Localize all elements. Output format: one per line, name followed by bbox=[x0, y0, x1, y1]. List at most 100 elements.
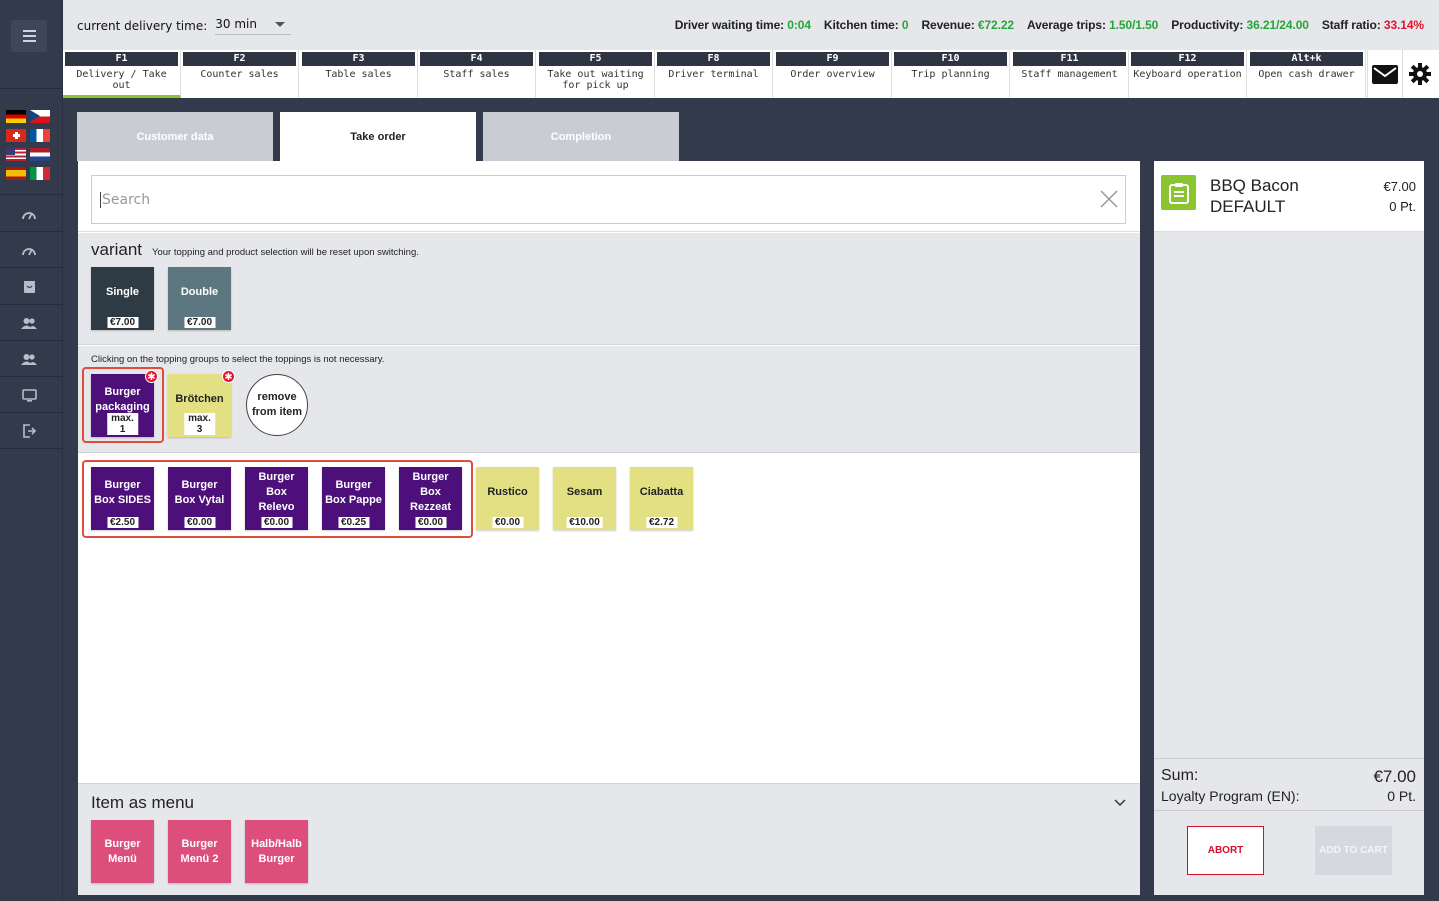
speedometer-icon[interactable] bbox=[20, 242, 38, 260]
abort-button[interactable]: ABORT bbox=[1187, 826, 1264, 875]
shopping-bag-icon[interactable] bbox=[20, 278, 38, 296]
czech-flag-icon[interactable] bbox=[30, 110, 50, 123]
search-area: Search bbox=[78, 161, 1140, 232]
delivery-time-value: 30 min bbox=[215, 17, 257, 31]
product-burger-box-relevo[interactable]: Burger Box Relevo €0.00 bbox=[245, 467, 308, 530]
fkey-order-overview[interactable]: F9 Order overview bbox=[774, 50, 892, 98]
stat-revenue: Revenue: €72.22 bbox=[921, 18, 1015, 32]
order-panel: Search variant Your topping and product … bbox=[78, 161, 1140, 895]
fkey-counter-sales[interactable]: F2 Counter sales bbox=[181, 50, 299, 98]
caret-down-icon bbox=[275, 22, 286, 27]
clipboard-icon bbox=[1161, 175, 1196, 210]
sidebar-divider bbox=[0, 88, 63, 89]
product-burger-box-sides[interactable]: Burger Box SIDES €2.50 bbox=[91, 467, 154, 530]
fkey-staff-sales[interactable]: F4 Staff sales bbox=[418, 50, 536, 98]
product-ciabatta[interactable]: Ciabatta €2.72 bbox=[630, 467, 693, 530]
monitor-icon[interactable] bbox=[20, 386, 38, 404]
required-icon: ✱ bbox=[145, 370, 158, 383]
tab-take-order[interactable]: Take order bbox=[280, 112, 476, 161]
sidebar-divider bbox=[0, 194, 63, 195]
sidebar-divider bbox=[0, 340, 63, 341]
sum-value: €7.00 bbox=[1373, 767, 1416, 786]
cart-item[interactable]: BBQ Bacon DEFAULT €7.00 0 Pt. bbox=[1154, 161, 1424, 232]
topping-group-broetchen[interactable]: Brötchen max. 3 bbox=[168, 374, 231, 437]
dutch-flag-icon[interactable] bbox=[30, 148, 50, 161]
variant-double-button[interactable]: Double €7.00 bbox=[168, 267, 231, 330]
top-status-bar: current delivery time: 30 min Driver wai… bbox=[63, 0, 1439, 50]
search-placeholder: Search bbox=[100, 192, 151, 208]
topping-groups-section: Clicking on the topping groups to select… bbox=[78, 346, 1140, 453]
cart-panel: BBQ Bacon DEFAULT €7.00 0 Pt. Sum: €7.00… bbox=[1154, 161, 1424, 895]
fkey-trip-planning[interactable]: F10 Trip planning bbox=[892, 50, 1010, 98]
fkey-delivery-takeout[interactable]: F1 Delivery / Take out bbox=[63, 50, 181, 98]
menu-burger-menu[interactable]: Burger Menü bbox=[91, 820, 154, 883]
cart-item-name: BBQ Bacon DEFAULT bbox=[1210, 176, 1299, 216]
sidebar-divider bbox=[0, 267, 63, 268]
function-key-bar: F1 Delivery / Take out F2 Counter sales F3… bbox=[63, 50, 1439, 98]
tab-customer-data[interactable]: Customer data bbox=[77, 112, 273, 161]
remove-from-item-button[interactable]: remove from item bbox=[246, 374, 308, 436]
required-icon: ✱ bbox=[222, 370, 235, 383]
item-as-menu-section: Item as menu Burger Menü Burger Menü 2 H… bbox=[78, 783, 1140, 895]
loyalty-label: Loyalty Program (EN): bbox=[1161, 788, 1300, 804]
users-icon[interactable] bbox=[20, 314, 38, 332]
search-input[interactable]: Search bbox=[91, 175, 1126, 224]
cart-item-points: 0 Pt. bbox=[1389, 199, 1416, 214]
menu-burger-menu-2[interactable]: Burger Menü 2 bbox=[168, 820, 231, 883]
german-flag-icon[interactable] bbox=[6, 110, 26, 123]
loyalty-value: 0 Pt. bbox=[1387, 788, 1416, 804]
language-flags bbox=[6, 110, 52, 180]
delivery-time-label: current delivery time: bbox=[77, 19, 208, 33]
envelope-icon[interactable] bbox=[1367, 50, 1402, 98]
variant-title: variant bbox=[91, 240, 143, 259]
swiss-flag-icon[interactable] bbox=[6, 129, 26, 142]
product-sesam[interactable]: Sesam €10.00 bbox=[553, 467, 616, 530]
spanish-flag-icon[interactable] bbox=[6, 167, 26, 180]
fkey-open-cash-drawer[interactable]: Alt+k Open cash drawer bbox=[1248, 50, 1366, 98]
hamburger-menu-button[interactable] bbox=[11, 20, 47, 52]
us-flag-icon[interactable] bbox=[6, 148, 26, 161]
product-burger-box-vytal[interactable]: Burger Box Vytal €0.00 bbox=[168, 467, 231, 530]
stat-kitchen-time: Kitchen time: 0 bbox=[823, 18, 909, 32]
users-icon[interactable] bbox=[20, 350, 38, 368]
product-burger-box-pappe[interactable]: Burger Box Pappe €0.25 bbox=[322, 467, 385, 530]
sidebar-divider bbox=[0, 412, 63, 413]
variant-note: Your topping and product selection will … bbox=[152, 247, 419, 258]
sidebar-divider bbox=[0, 376, 63, 377]
variant-section: variant Your topping and product selecti… bbox=[78, 233, 1140, 345]
cart-summary: Sum: €7.00 Loyalty Program (EN): 0 Pt. bbox=[1154, 758, 1424, 811]
cart-item-price: €7.00 0 Pt. bbox=[1383, 177, 1416, 217]
variant-single-button[interactable]: Single €7.00 bbox=[91, 267, 154, 330]
italian-flag-icon[interactable] bbox=[30, 167, 50, 180]
fkey-driver-terminal[interactable]: F8 Driver terminal bbox=[655, 50, 773, 98]
topping-group-burger-packaging[interactable]: Burger packaging max. 1 bbox=[91, 374, 154, 437]
menu-halb-halb-burger[interactable]: Halb/Halb Burger bbox=[245, 820, 308, 883]
speedometer-icon[interactable] bbox=[20, 206, 38, 224]
logout-icon[interactable] bbox=[20, 422, 38, 440]
fkey-keyboard-operation[interactable]: F12 Keyboard operation bbox=[1129, 50, 1247, 98]
stat-staff-ratio: Staff ratio: 33.14% bbox=[1321, 18, 1424, 32]
stat-driver-waiting: Driver waiting time: 0:04 bbox=[674, 18, 811, 32]
stat-average-trips: Average trips: 1.50/1.50 bbox=[1027, 18, 1159, 32]
delivery-time-select[interactable]: 30 min bbox=[215, 17, 292, 35]
sidebar-divider bbox=[0, 231, 63, 232]
add-to-cart-button[interactable]: ADD TO CART bbox=[1315, 826, 1392, 875]
tab-completion[interactable]: Completion bbox=[483, 112, 679, 161]
sidebar-divider bbox=[0, 304, 63, 305]
kpi-stats: Driver waiting time: 0:04 Kitchen time: … bbox=[675, 18, 1424, 32]
chevron-down-icon[interactable] bbox=[1114, 798, 1126, 808]
stat-productivity: Productivity: 36.21/24.00 bbox=[1171, 18, 1309, 32]
fkey-takeout-waiting[interactable]: F5 Take out waiting for pick up bbox=[537, 50, 655, 98]
topping-products-section: Burger Box SIDES €2.50 Burger Box Vytal €0… bbox=[78, 454, 1140, 781]
gear-icon[interactable] bbox=[1402, 50, 1437, 98]
topping-note: Clicking on the topping groups to select… bbox=[91, 354, 385, 365]
product-rustico[interactable]: Rustico €0.00 bbox=[476, 467, 539, 530]
close-icon[interactable] bbox=[1099, 189, 1119, 209]
cart-item-variant: DEFAULT bbox=[1210, 197, 1286, 216]
product-burger-box-rezzeat[interactable]: Burger Box Rezzeat €0.00 bbox=[399, 467, 462, 530]
fkey-staff-management[interactable]: F11 Staff management bbox=[1011, 50, 1129, 98]
fkey-table-sales[interactable]: F3 Table sales bbox=[300, 50, 418, 98]
delivery-time-control: current delivery time: 30 min bbox=[77, 17, 292, 35]
menu-section-title: Item as menu bbox=[91, 793, 194, 812]
french-flag-icon[interactable] bbox=[30, 129, 50, 142]
